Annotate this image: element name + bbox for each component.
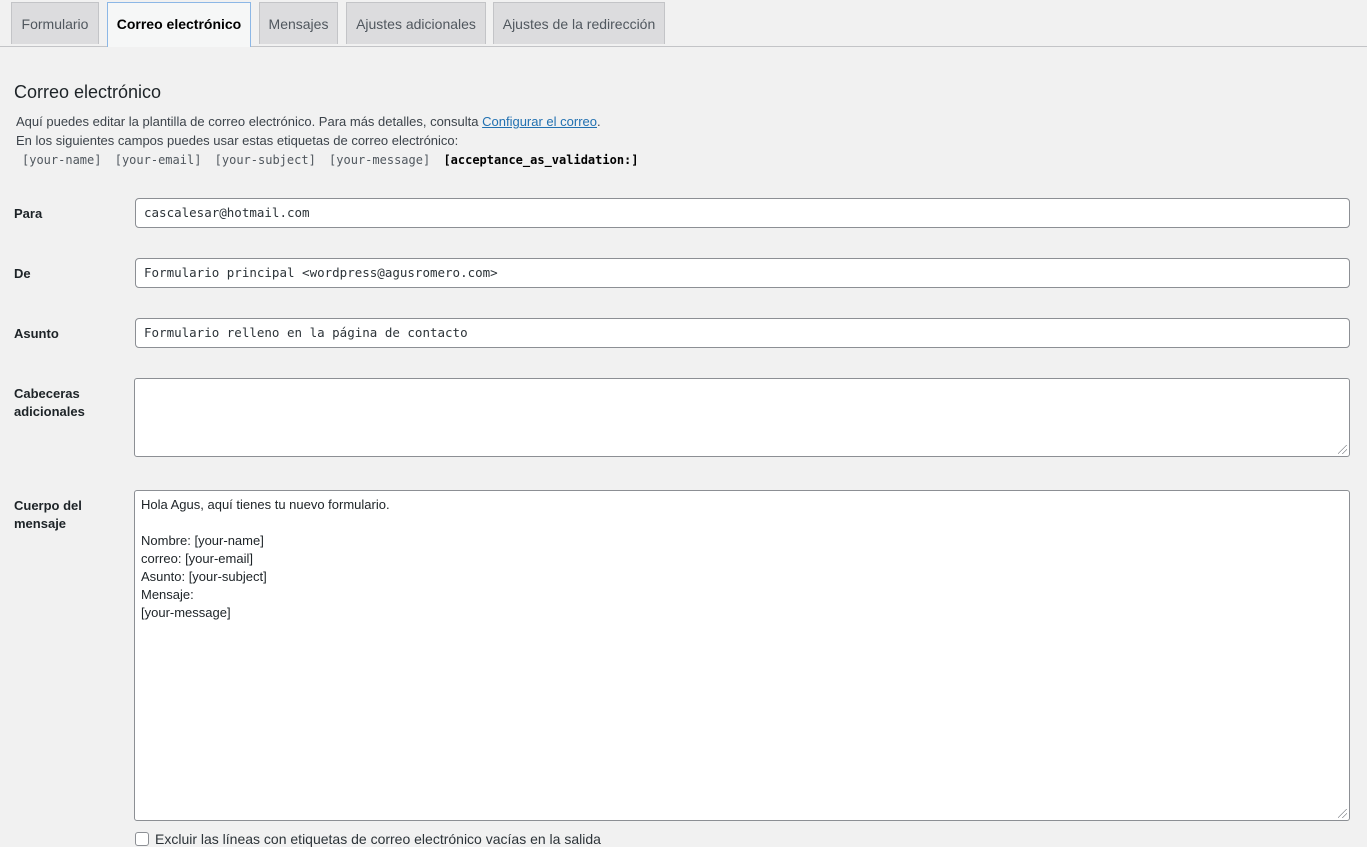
body-line: Hola Agus, aquí tienes tu nuevo formular… bbox=[141, 497, 390, 512]
section-title: Correo electrónico bbox=[14, 82, 162, 102]
tab-ajustes-redireccion[interactable]: Ajustes de la redirección bbox=[493, 2, 665, 44]
body-line: Asunto: [your-subject] bbox=[141, 569, 267, 584]
mail-tag: [your-message] bbox=[329, 153, 431, 167]
additional-headers-label: Cabeceras adicionales bbox=[14, 385, 85, 421]
message-body-label: Cuerpo del mensaje bbox=[14, 497, 82, 533]
tab-ajustes-adicionales[interactable]: Ajustes adicionales bbox=[346, 2, 486, 44]
subject-field[interactable]: Formulario relleno en la página de conta… bbox=[135, 318, 1350, 348]
label-line: mensaje bbox=[14, 516, 67, 531]
mail-tags: [your-name] [your-email] [your-subject] … bbox=[22, 153, 645, 167]
description-suffix: . bbox=[597, 114, 601, 129]
tab-bar: Formulario Correo electrónico Mensajes A… bbox=[0, 0, 1367, 47]
from-field[interactable]: Formulario principal <wordpress@agusrome… bbox=[135, 258, 1350, 288]
to-field[interactable]: cascalesar@hotmail.com bbox=[135, 198, 1350, 228]
subject-label: Asunto bbox=[14, 326, 59, 341]
label-line: Cuerpo del bbox=[14, 498, 82, 513]
to-label: Para bbox=[14, 206, 43, 221]
tags-intro: En los siguientes campos puedes usar est… bbox=[16, 133, 459, 148]
from-label: De bbox=[14, 266, 31, 281]
resize-handle-icon[interactable] bbox=[1338, 445, 1347, 454]
body-line: [your-message] bbox=[141, 605, 231, 620]
label-line: Cabeceras bbox=[14, 386, 80, 401]
body-line: Nombre: [your-name] bbox=[141, 533, 264, 548]
description-text: Aquí puedes editar la plantilla de corre… bbox=[16, 114, 483, 129]
tab-mensajes[interactable]: Mensajes bbox=[259, 2, 338, 44]
additional-headers-textarea[interactable] bbox=[134, 378, 1350, 457]
exclude-empty-lines-checkbox[interactable] bbox=[135, 832, 149, 846]
tab-formulario[interactable]: Formulario bbox=[11, 2, 99, 44]
mail-tag: [your-name] bbox=[22, 153, 102, 167]
mail-tag-acceptance: [acceptance_as_validation:] bbox=[443, 153, 639, 167]
resize-handle-icon[interactable] bbox=[1338, 809, 1347, 818]
tab-correo-electronico[interactable]: Correo electrónico bbox=[107, 2, 251, 47]
label-line: adicionales bbox=[14, 404, 85, 419]
mail-tag: [your-subject] bbox=[214, 153, 316, 167]
mail-tag: [your-email] bbox=[114, 153, 202, 167]
body-line: Mensaje: bbox=[141, 587, 194, 602]
body-line: correo: [your-email] bbox=[141, 551, 253, 566]
section-description: Aquí puedes editar la plantilla de corre… bbox=[16, 114, 601, 129]
message-body-text: Hola Agus, aquí tienes tu nuevo formular… bbox=[141, 496, 390, 622]
body-line bbox=[141, 514, 390, 532]
configure-mail-link[interactable]: Configurar el correo bbox=[482, 114, 597, 129]
message-body-textarea[interactable]: Hola Agus, aquí tienes tu nuevo formular… bbox=[134, 490, 1350, 821]
